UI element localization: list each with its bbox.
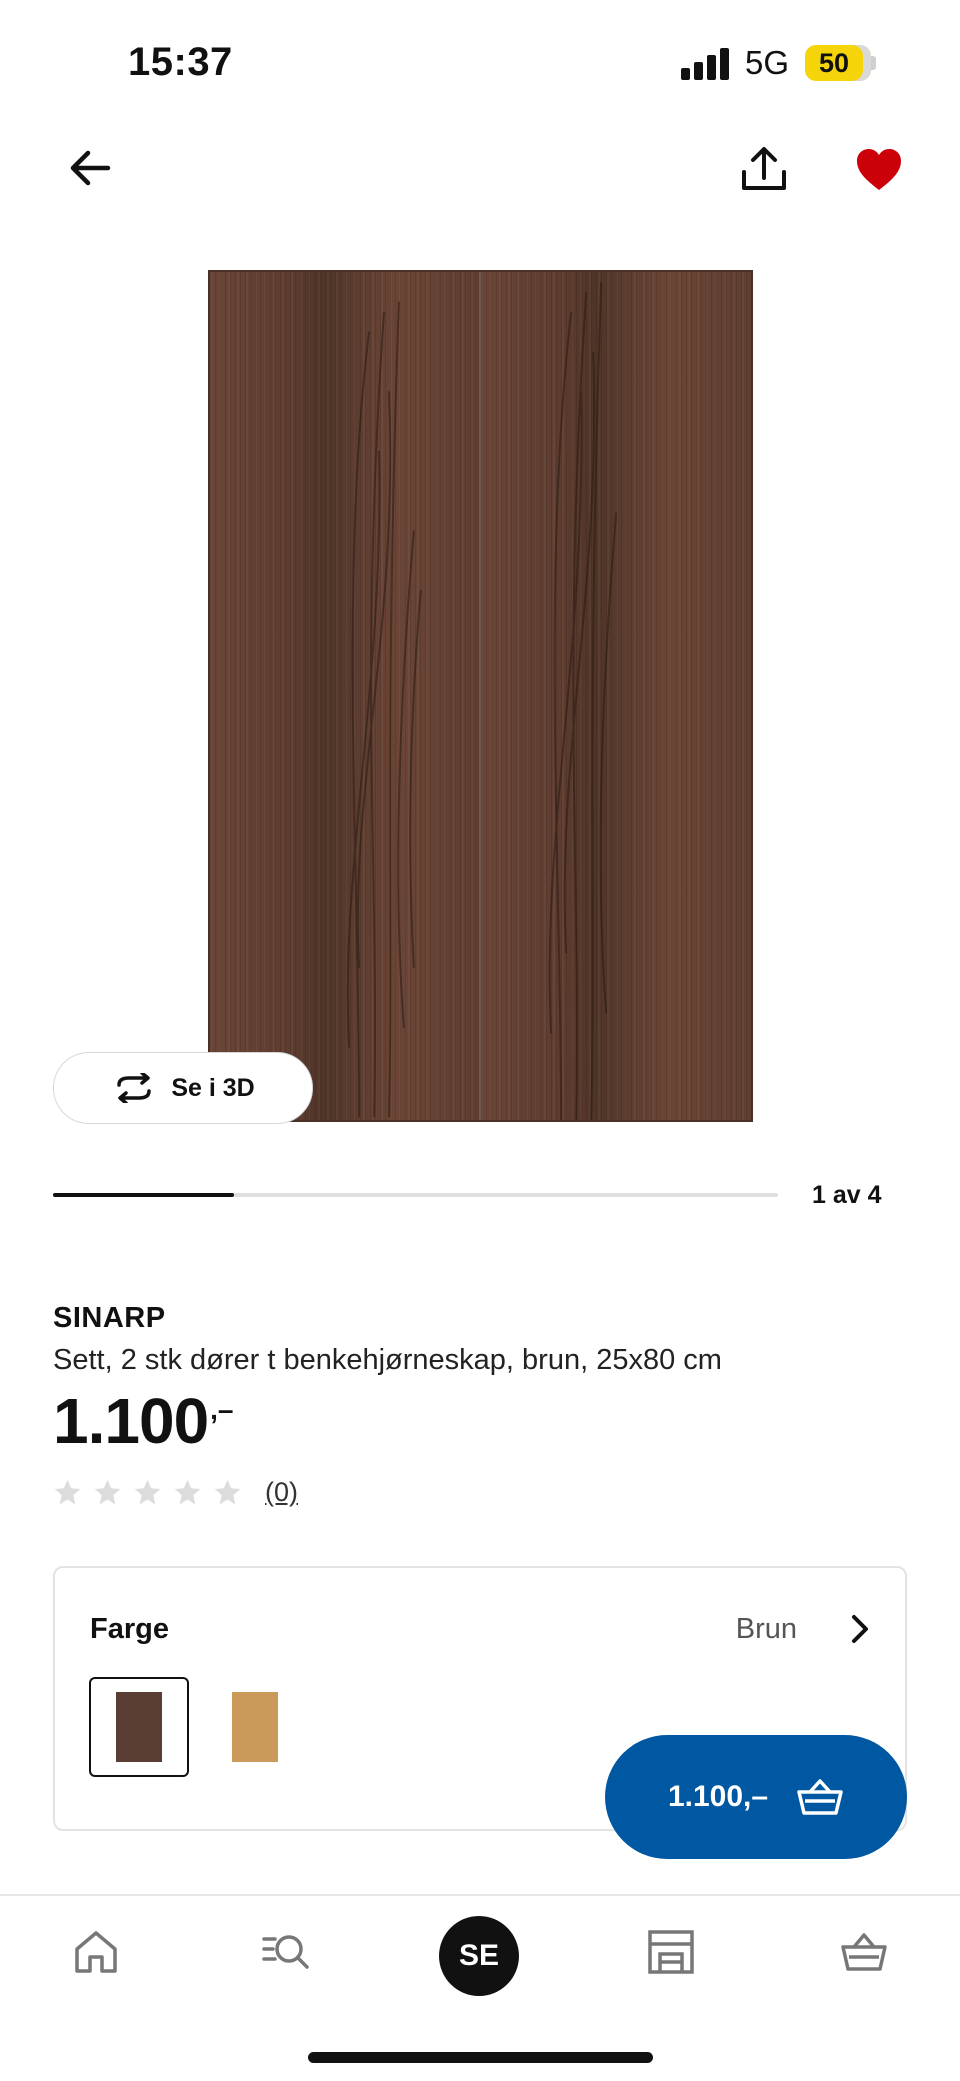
- battery-indicator: 50: [805, 45, 871, 81]
- door-panel-right: [480, 272, 751, 1120]
- wood-grain-pattern: [346, 301, 422, 1118]
- battery-level: 50: [818, 47, 850, 78]
- color-swatch-brown[interactable]: [89, 1677, 189, 1777]
- star-icon: [54, 1479, 81, 1505]
- color-swatch-oak[interactable]: [205, 1677, 305, 1777]
- favorite-button[interactable]: [854, 145, 904, 195]
- share-button[interactable]: [736, 142, 792, 198]
- battery-cap: [871, 56, 876, 70]
- chevron-right-icon[interactable]: [845, 1612, 875, 1646]
- review-count-link[interactable]: (0): [265, 1477, 298, 1508]
- product-image[interactable]: [208, 270, 753, 1122]
- tab-store[interactable]: [641, 1922, 701, 1982]
- view-3d-label: Se i 3D: [171, 1073, 255, 1102]
- product-price: 1.100 ,–: [53, 1385, 234, 1457]
- product-description: Sett, 2 stk dører t benkehjørneskap, bru…: [53, 1344, 722, 1376]
- arrow-left-icon: [70, 150, 111, 186]
- tab-market-selector[interactable]: SE: [439, 1916, 519, 1996]
- tab-home[interactable]: [66, 1922, 126, 1982]
- tab-search[interactable]: [256, 1922, 316, 1982]
- star-icon: [214, 1479, 241, 1505]
- swatch-color-brown: [116, 1692, 162, 1762]
- gallery-counter: 1 av 4: [812, 1181, 882, 1209]
- add-to-cart-button[interactable]: 1.100,–: [605, 1735, 907, 1859]
- swatch-color-oak: [232, 1692, 278, 1762]
- basket-icon: [841, 1933, 887, 1971]
- home-indicator: [308, 2052, 653, 2063]
- tab-basket[interactable]: [834, 1922, 894, 1982]
- status-time: 15:37: [128, 40, 233, 84]
- network-type: 5G: [745, 44, 790, 81]
- heart-filled-icon: [857, 149, 901, 190]
- rotate-3d-icon: [117, 1073, 152, 1103]
- star-icon: [94, 1479, 121, 1505]
- view-3d-button[interactable]: Se i 3D: [53, 1052, 313, 1124]
- product-rating[interactable]: (0): [53, 1477, 298, 1508]
- price-suffix: ,–: [210, 1394, 234, 1425]
- gallery-progress-fill: [53, 1193, 235, 1197]
- color-selected-value: Brun: [735, 1613, 797, 1645]
- basket-plus-icon: [797, 1779, 843, 1815]
- gallery-progress: [53, 1193, 778, 1197]
- search-list-icon: [262, 1935, 309, 1969]
- share-icon: [742, 147, 786, 190]
- cart-button-label: 1.100,–: [667, 1780, 769, 1813]
- door-panel-left: [210, 272, 481, 1120]
- price-amount: 1.100: [53, 1385, 209, 1457]
- back-button[interactable]: [62, 140, 118, 196]
- color-label: Farge: [90, 1613, 169, 1645]
- star-icon: [134, 1479, 161, 1505]
- product-brand: SINARP: [53, 1302, 166, 1334]
- wood-grain-pattern: [548, 281, 617, 1120]
- store-icon: [648, 1930, 694, 1974]
- signal-strength-icon: [681, 48, 729, 80]
- star-icon: [174, 1479, 201, 1505]
- home-icon: [75, 1931, 117, 1973]
